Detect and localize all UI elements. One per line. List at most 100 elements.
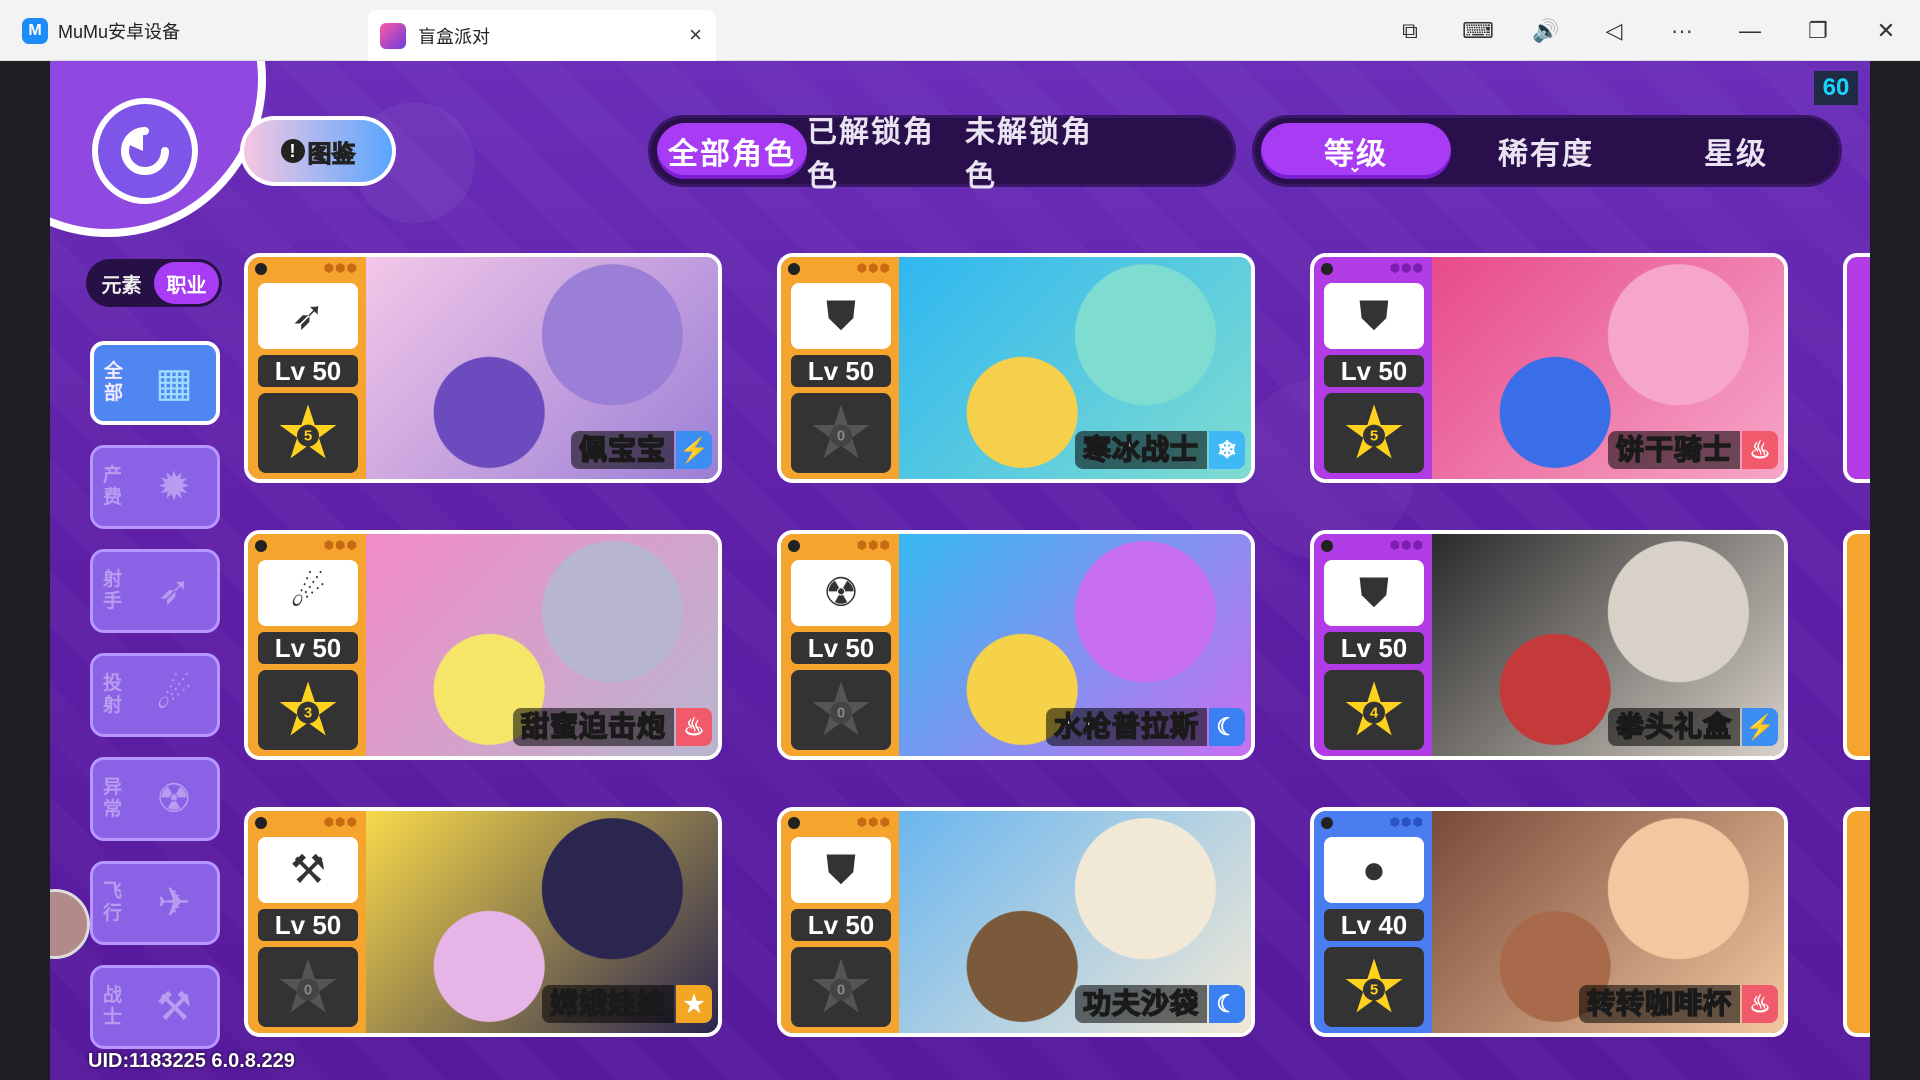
level-label: Lv 40: [1324, 909, 1424, 941]
character-name: 甜蜜迫击炮: [512, 708, 674, 746]
card-dot: [788, 817, 800, 829]
class-filter-label: 全部: [104, 361, 124, 404]
back-arrow-icon: [121, 127, 169, 175]
radiation-icon: ☢: [791, 560, 891, 626]
card-info-panel: ⬢⬢⬢ ⛊ Lv 50 ★0: [781, 257, 899, 479]
level-label: Lv 50: [1324, 632, 1424, 664]
card-dot: [1321, 263, 1333, 275]
star-count: 0: [830, 978, 852, 1001]
radiation-icon: ☢: [156, 777, 192, 821]
keyboard-icon[interactable]: ⌨: [1444, 0, 1512, 61]
star-count: 5: [297, 424, 319, 447]
sort-tabs: 等级 ⌄ 稀有度 星级: [1252, 115, 1842, 187]
toggle-option[interactable]: 职业: [154, 262, 219, 304]
snowflake-icon: ❄: [1209, 431, 1245, 469]
character-card[interactable]: ⬢⬢⬢●Lv 40★5转转咖啡杯♨: [1310, 807, 1788, 1037]
unlock-filter-tabs: 全部角色 已解锁角色 未解锁角色: [648, 115, 1236, 193]
class-filter-button[interactable]: 产费 ✹: [90, 445, 220, 529]
game-tab-title: 盲盒派对: [418, 26, 490, 47]
card-dot: [255, 540, 267, 552]
star-rank: ★5: [258, 393, 358, 473]
game-tab[interactable]: 盲盒派对 ×: [368, 10, 716, 61]
filter-tab[interactable]: 未解锁角色: [965, 116, 1123, 193]
bow-icon: ➶: [157, 569, 191, 613]
class-filter-button[interactable]: 射手 ➶: [90, 549, 220, 633]
character-name: 寒冰战士: [1074, 431, 1207, 469]
codex-button[interactable]: ! 图鉴: [240, 116, 396, 186]
shield-icon: ⛊: [1324, 283, 1424, 349]
more-icon[interactable]: ···: [1648, 0, 1716, 61]
star-rank: ★5: [1324, 393, 1424, 473]
character-card[interactable]: ⬢⬢⬢⛊Lv 50★5饼干骑士♨: [1310, 253, 1788, 483]
card-info-panel: ⬢⬢⬢ ☢ Lv 50 ★0: [781, 534, 899, 756]
card-hex-icons: ⬢⬢⬢: [1389, 261, 1424, 275]
character-card[interactable]: ⬢⬢⬢➶Lv 50★5佩宝宝⚡: [244, 253, 722, 483]
class-filter-label: 射手: [103, 569, 123, 612]
tab-close-icon[interactable]: ×: [689, 22, 702, 48]
star-count: 0: [830, 701, 852, 724]
character-name: 饼干骑士: [1607, 431, 1740, 469]
sort-tab[interactable]: 等级 ⌄: [1261, 123, 1451, 179]
back-button[interactable]: [92, 98, 198, 204]
card-dot: [1321, 817, 1333, 829]
character-card-partial[interactable]: [1843, 530, 1870, 760]
restore-icon[interactable]: ❐: [1784, 0, 1852, 61]
star-rank: ★0: [258, 947, 358, 1027]
class-filter-button[interactable]: 飞行 ✈: [90, 861, 220, 945]
character-card[interactable]: ⬢⬢⬢⛊Lv 50★0寒冰战士❄: [777, 253, 1255, 483]
card-hex-icons: ⬢⬢⬢: [323, 538, 358, 552]
character-name: 拳头礼盒: [1607, 708, 1740, 746]
sort-tab[interactable]: 稀有度: [1451, 123, 1641, 179]
close-window-icon[interactable]: ✕: [1852, 0, 1920, 61]
level-label: Lv 50: [791, 355, 891, 387]
element-class-toggle: 元素 职业: [86, 259, 222, 307]
cupcake-icon: ♨: [1742, 431, 1778, 469]
cannon-icon: ☄: [156, 673, 192, 717]
card-info-panel: ⬢⬢⬢ ● Lv 40 ★5: [1314, 811, 1432, 1033]
level-label: Lv 50: [258, 355, 358, 387]
volume-icon[interactable]: 🔊: [1512, 0, 1580, 61]
character-portrait: 饼干骑士 ♨: [1432, 257, 1784, 479]
star-count: 4: [1363, 701, 1385, 724]
sort-tab[interactable]: 星级: [1641, 123, 1831, 179]
shield-icon: ⛊: [791, 283, 891, 349]
character-card[interactable]: ⬢⬢⬢⚒Lv 50★0嫦娥娃娃★: [244, 807, 722, 1037]
star-count: 0: [297, 978, 319, 1001]
filter-tab[interactable]: 全部角色: [657, 123, 807, 179]
character-card[interactable]: ⬢⬢⬢⛊Lv 50★0功夫沙袋☾: [777, 807, 1255, 1037]
app-home-tab[interactable]: M MuMu安卓设备: [0, 0, 368, 61]
character-card[interactable]: ⬢⬢⬢☢Lv 50★0水枪普拉斯☾: [777, 530, 1255, 760]
toggle-option[interactable]: 元素: [89, 262, 154, 304]
minimize-icon[interactable]: —: [1716, 0, 1784, 61]
character-card[interactable]: ⬢⬢⬢☄Lv 50★3甜蜜迫击炮♨: [244, 530, 722, 760]
class-filter-label: 产费: [103, 465, 123, 508]
class-filter-button[interactable]: 异常 ☢: [90, 757, 220, 841]
class-filter-button[interactable]: 战士 ⚒: [90, 965, 220, 1049]
character-portrait: 转转咖啡杯 ♨: [1432, 811, 1784, 1033]
class-filter-label: 飞行: [103, 881, 123, 924]
card-dot: [1321, 540, 1333, 552]
filter-tab[interactable]: 已解锁角色: [807, 116, 965, 193]
hammer-icon: ⚒: [258, 837, 358, 903]
cupcake-icon: ♨: [676, 708, 712, 746]
gear-icon: ✹: [157, 465, 191, 509]
character-card-partial[interactable]: [1843, 807, 1870, 1037]
star-rank: ★0: [791, 670, 891, 750]
class-filter-button[interactable]: 投射 ☄: [90, 653, 220, 737]
back-nav-icon[interactable]: ◁: [1580, 0, 1648, 61]
star-rank: ★0: [791, 393, 891, 473]
character-card[interactable]: ⬢⬢⬢⛊Lv 50★4 拳头礼盒⚡: [1310, 530, 1788, 760]
game-tab-icon: [380, 22, 406, 49]
card-info-panel: ⬢⬢⬢ ⛊ Lv 50 ★4: [1314, 534, 1432, 756]
character-name: 转转咖啡杯: [1578, 985, 1740, 1023]
cupcake-icon: ♨: [1742, 985, 1778, 1023]
screen-record-icon[interactable]: ⧉: [1376, 0, 1444, 61]
class-filter-button[interactable]: 全部 ▦: [90, 341, 220, 425]
lightning-icon: ⚡: [1742, 708, 1778, 746]
hammer-icon: ⚒: [156, 985, 192, 1029]
avatar[interactable]: [50, 889, 90, 959]
star-rank: ★3: [258, 670, 358, 750]
character-portrait: 水枪普拉斯 ☾: [899, 534, 1251, 756]
character-card-partial[interactable]: [1843, 253, 1870, 483]
character-portrait: 佩宝宝 ⚡: [366, 257, 718, 479]
